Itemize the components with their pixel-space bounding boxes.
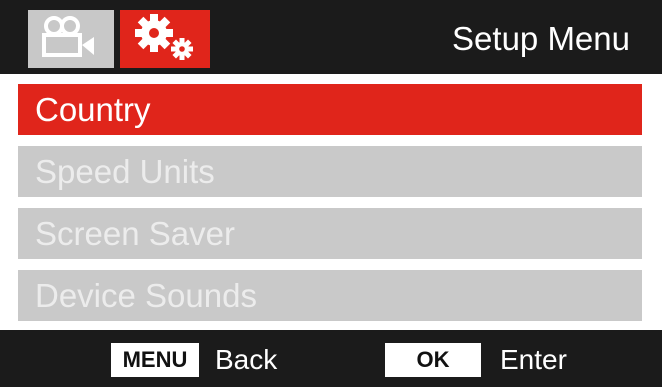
header-bar: Setup Menu <box>0 0 662 74</box>
menu-item-device-sounds[interactable]: Device Sounds <box>18 270 642 321</box>
menu-key-badge[interactable]: MENU <box>111 343 199 377</box>
ok-key-badge[interactable]: OK <box>385 343 481 377</box>
footer-bar: MENU Back OK Enter <box>0 330 662 387</box>
back-label: Back <box>215 344 278 375</box>
tab-video[interactable] <box>28 10 114 68</box>
menu-item-speed-units[interactable]: Speed Units <box>18 146 642 197</box>
tab-setup[interactable] <box>120 10 210 68</box>
menu-item-country[interactable]: Country <box>18 84 642 135</box>
gears-icon <box>130 13 200 66</box>
menu-item-screen-saver[interactable]: Screen Saver <box>18 208 642 259</box>
setup-screen: Setup Menu Country Speed Units Screen Sa… <box>0 0 662 387</box>
enter-label: Enter <box>500 344 567 375</box>
page-title: Setup Menu <box>452 20 630 57</box>
video-camera-icon <box>40 15 102 64</box>
setup-menu-list: Country Speed Units Screen Saver Device … <box>18 84 642 332</box>
